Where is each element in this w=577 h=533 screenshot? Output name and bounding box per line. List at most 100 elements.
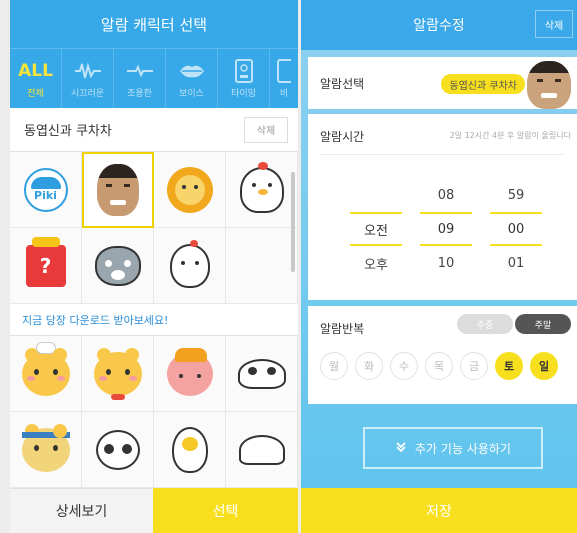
white-bird (239, 161, 284, 213)
panda-lying (237, 358, 286, 389)
crying-panda (95, 429, 140, 470)
egg-character (171, 426, 208, 473)
character-lion[interactable] (154, 152, 226, 228)
double-chevron-down-icon (395, 441, 407, 456)
pink-bear-hat (166, 347, 213, 396)
more-features-label: 추가 기능 사용하기 (415, 441, 511, 456)
screenshot-root: 알람 캐릭터 선택 ALL 전체 시끄러운 조용한 보이스 타이밍 비 동엽신과… (0, 0, 577, 533)
download-grid (10, 336, 298, 488)
minute-selected: 00 (490, 212, 542, 246)
delete-alarm-button[interactable]: 삭제 (535, 10, 573, 38)
tab-label: 타이밍 (231, 89, 256, 99)
alarm-time-label: 알람시간 (320, 130, 365, 144)
bottom-action-bar: 상세보기 선택 (10, 488, 298, 533)
alarm-repeat-card: 알람반복 주중 주말 월 화 수 목 금 토 일 (308, 306, 577, 404)
bowtie-bear (93, 347, 142, 400)
character-headband-bear[interactable] (10, 412, 82, 488)
character-gift-box[interactable]: ? (10, 228, 82, 304)
tab-voice[interactable]: 보이스 (166, 49, 218, 108)
day-selector: 월 화 수 목 금 토 일 (320, 352, 558, 380)
chef-bear (21, 341, 70, 396)
device-icon (277, 58, 291, 84)
delete-button[interactable]: 삭제 (244, 116, 288, 143)
alarm-edit-screen: 알람수정 삭제 알람선택 동엽신과 쿠차차 알람시간 2일 12시간 4분 후 … (301, 0, 577, 533)
weekday-toggle[interactable]: 주중 (457, 314, 513, 334)
tab-loud[interactable]: 시끄러운 (62, 49, 114, 108)
page-title: 알람수정 (413, 18, 465, 34)
minute-option: 01 (507, 255, 525, 271)
page-title: 알람 캐릭터 선택 (10, 0, 298, 48)
tab-timing[interactable]: 타이밍 (218, 49, 270, 108)
piki-text: Piki (34, 189, 57, 202)
all-icon: ALL (18, 61, 53, 81)
download-banner[interactable]: 지금 당장 다운로드 받아보세요! (10, 304, 298, 336)
ampm-option: 오후 (364, 257, 388, 273)
tab-all[interactable]: ALL 전체 (10, 49, 62, 108)
tab-label: 시끄러운 (70, 89, 105, 99)
white-blob (238, 434, 285, 465)
white-chick (169, 239, 210, 288)
empty-cell (226, 228, 298, 304)
tab-label: 조용한 (127, 89, 152, 99)
tab-label: 비 (279, 89, 289, 99)
hour-selected: 09 (420, 212, 472, 246)
save-button[interactable]: 저장 (301, 488, 577, 533)
character-celebrity[interactable] (82, 152, 154, 228)
day-thu[interactable]: 목 (425, 352, 453, 380)
divider (320, 154, 565, 155)
day-mon[interactable]: 월 (320, 352, 348, 380)
category-tabs: ALL 전체 시끄러운 조용한 보이스 타이밍 비 (10, 48, 298, 108)
alarm-select-label: 알람선택 (320, 77, 365, 91)
lion-mascot (166, 166, 213, 213)
gray-cat (94, 245, 141, 286)
hour-option: 08 (437, 187, 455, 203)
repeat-label: 알람반복 (320, 322, 365, 336)
alarm-character-badge: 동엽신과 쿠차차 (441, 74, 525, 94)
piki-logo: Piki (23, 167, 68, 212)
pulse-icon (126, 58, 154, 84)
character-piki[interactable]: Piki (10, 152, 82, 228)
waveform-icon (74, 58, 102, 84)
character-select-screen: 알람 캐릭터 선택 ALL 전체 시끄러운 조용한 보이스 타이밍 비 동엽신과… (10, 0, 298, 533)
tablet-icon (234, 58, 253, 84)
hour-option: 10 (437, 255, 455, 271)
character-white-chick[interactable] (154, 228, 226, 304)
character-pink-bear[interactable] (154, 336, 226, 412)
minute-picker[interactable]: 59 00 01 (490, 178, 542, 280)
more-features-button[interactable]: 추가 기능 사용하기 (363, 427, 543, 469)
character-white-bird[interactable] (226, 152, 298, 228)
tab-label: 전체 (27, 89, 44, 99)
character-white-blob[interactable] (226, 412, 298, 488)
select-button[interactable]: 선택 (153, 488, 298, 533)
character-chef-bear[interactable] (10, 336, 82, 412)
day-fri[interactable]: 금 (460, 352, 488, 380)
day-sat[interactable]: 토 (495, 352, 523, 380)
character-grid: Piki ? (10, 152, 298, 304)
alarm-select-card[interactable]: 알람선택 동엽신과 쿠차차 (308, 57, 577, 109)
alarm-edit-header: 알람수정 삭제 (301, 0, 577, 50)
ampm-picker[interactable]: 오전 오후 (350, 212, 402, 280)
selected-character-row: 동엽신과 쿠차차 삭제 (10, 108, 298, 152)
alarm-time-note: 2일 12시간 4분 후 알람이 울립니다 (449, 131, 571, 140)
tab-quiet[interactable]: 조용한 (114, 49, 166, 108)
detail-button[interactable]: 상세보기 (10, 488, 153, 533)
ampm-selected: 오전 (350, 212, 402, 246)
hour-picker[interactable]: 08 09 10 (420, 178, 472, 280)
day-tue[interactable]: 화 (355, 352, 383, 380)
alarm-time-card: 알람시간 2일 12시간 4분 후 알람이 울립니다 오전 오후 08 09 1… (308, 114, 577, 300)
minute-option: 59 (507, 187, 525, 203)
tab-label: 보이스 (179, 89, 204, 99)
selected-character-name: 동엽신과 쿠차차 (24, 124, 112, 139)
character-panda-lying[interactable] (226, 336, 298, 412)
weekend-toggle[interactable]: 주말 (515, 314, 571, 334)
celebrity-face (527, 61, 571, 109)
character-egg[interactable] (154, 412, 226, 488)
headband-bear (21, 423, 70, 472)
day-sun[interactable]: 일 (530, 352, 558, 380)
character-bowtie-bear[interactable] (82, 336, 154, 412)
scrollbar[interactable] (291, 172, 295, 272)
character-crying-panda[interactable] (82, 412, 154, 488)
tab-more[interactable]: 비 (270, 49, 298, 108)
character-gray-cat[interactable] (82, 228, 154, 304)
day-wed[interactable]: 수 (390, 352, 418, 380)
